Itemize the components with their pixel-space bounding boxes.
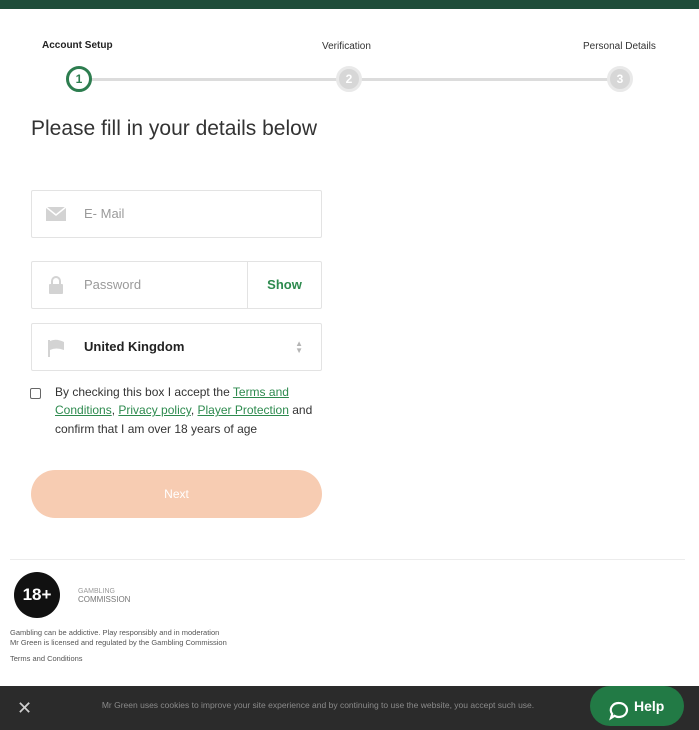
cookie-notice-text: Mr Green uses cookies to improve your si… [101,700,535,710]
email-field[interactable]: E- Mail [31,190,322,238]
top-brand-bar [0,0,699,9]
select-arrows-icon: ▲ ▼ [295,339,303,355]
show-password-button[interactable]: Show [247,262,321,308]
password-placeholder: Password [84,277,142,292]
responsible-gambling-text: Gambling can be addictive. Play responsi… [10,628,220,637]
accept-terms-checkbox[interactable] [30,388,41,399]
step-label-verification: Verification [322,41,371,52]
flag-icon [46,338,66,357]
chat-bubble-icon [609,696,629,721]
terms-separator-2: , [190,403,198,418]
age-restriction-badge: 18+ [14,572,60,618]
step-label-account-setup: Account Setup [42,40,113,51]
license-text: Mr Green is licensed and regulated by th… [10,638,227,647]
page-title: Please fill in your details below [31,117,317,140]
gambling-commission-logo[interactable]: GAMBLING COMMISSION [78,588,130,604]
gambling-commission-logo-line2: COMMISSION [78,595,131,604]
player-protection-link[interactable]: Player Protection [198,403,289,417]
step-label-personal-details: Personal Details [583,41,656,52]
help-button[interactable]: Help [590,686,684,726]
country-value: United Kingdom [84,339,185,354]
terms-prefix: By checking this box I accept the [55,385,233,399]
password-field[interactable]: Password Show [31,261,322,309]
footer-divider [10,559,685,560]
step-3-indicator: 3 [607,66,633,92]
step-1-indicator: 1 [66,66,92,92]
terms-text: By checking this box I accept the Terms … [55,383,313,438]
privacy-policy-link[interactable]: Privacy policy [118,403,190,417]
lock-icon [48,275,68,294]
step-2-indicator: 2 [336,66,362,92]
help-label: Help [634,698,665,714]
country-select[interactable]: United Kingdom ▲ ▼ [31,323,322,371]
next-button[interactable]: Next [31,470,322,518]
email-placeholder: E- Mail [84,206,125,221]
envelope-icon [45,205,67,223]
footer-terms-link[interactable]: Terms and Conditions [10,654,83,663]
close-icon[interactable]: ✕ [17,698,32,719]
